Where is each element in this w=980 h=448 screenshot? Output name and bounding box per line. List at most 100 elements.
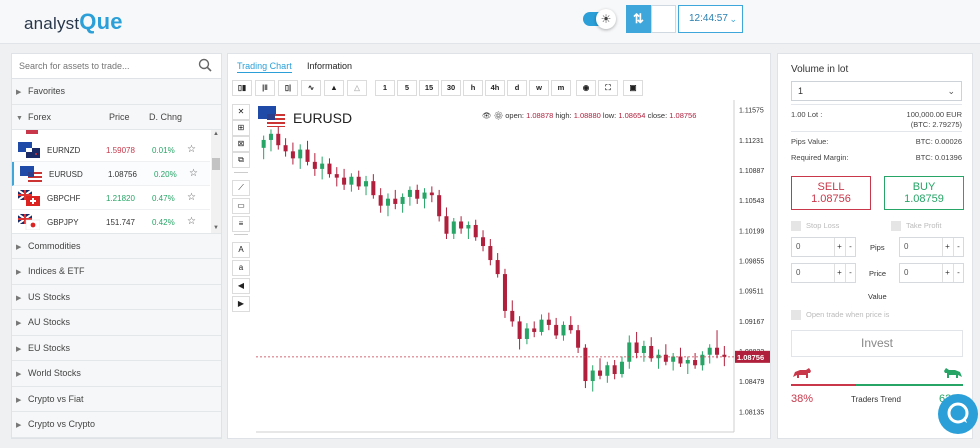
candle (517, 321, 522, 339)
category-commodities[interactable]: ▶ Commodities (12, 233, 221, 259)
forex-change: 0.01% (152, 145, 175, 155)
flag-icon-gbp-jpy (18, 213, 40, 230)
minus-icon[interactable]: - (845, 238, 855, 256)
volume-select[interactable]: 1 ⌄ (791, 81, 962, 101)
sell-label: SELL (817, 181, 845, 193)
candle (364, 181, 369, 187)
volume-label: Volume in lot (791, 64, 849, 75)
category-indices-etf[interactable]: ▶ Indices & ETF (12, 259, 221, 285)
buy-button[interactable]: BUY 1.08759 (884, 176, 964, 210)
trend-buy-bar (856, 384, 963, 386)
buy-price: 1.08759 (904, 193, 944, 205)
sell-price: 1.08756 (811, 193, 851, 205)
plus-icon[interactable]: + (834, 238, 844, 256)
star-icon[interactable]: ☆ (189, 168, 198, 179)
flag-icon-eur-usd (20, 165, 42, 182)
forex-symbol: EURNZD (47, 145, 81, 155)
plus-icon[interactable]: + (942, 264, 952, 282)
search-icon[interactable] (198, 58, 212, 72)
chat-icon (947, 402, 969, 424)
col-price: Price (109, 111, 130, 122)
forex-row-gbpchf[interactable]: GBPCHF 1.21820 0.47% ☆ (12, 186, 210, 210)
y-tick-label: 1.09167 (739, 319, 764, 326)
candle (473, 224, 478, 238)
candle (678, 356, 683, 364)
candle (685, 360, 690, 364)
star-icon[interactable]: ☆ (187, 144, 196, 155)
take-profit-checkbox[interactable]: Take Profit (891, 221, 941, 232)
stop-loss-price-input[interactable]: 0 + - (791, 263, 856, 283)
minus-icon[interactable]: - (953, 238, 963, 256)
y-tick-label: 1.08135 (739, 409, 764, 416)
candle (481, 237, 486, 247)
logo-text: analyst (24, 14, 80, 33)
chat-button[interactable] (938, 394, 978, 434)
category-eu-stocks[interactable]: ▶ EU Stocks (12, 335, 221, 361)
category-label: US Stocks (28, 291, 71, 302)
star-icon[interactable]: ☆ (187, 192, 196, 203)
invest-button[interactable]: Invest (791, 330, 963, 357)
minus-icon[interactable]: - (953, 264, 963, 282)
category-label: World Stocks (28, 368, 81, 378)
candle (261, 139, 266, 148)
candle (612, 365, 617, 375)
caret-right-icon: ▶ (16, 269, 22, 276)
category-crypto-vs-crypto[interactable]: ▶ Crypto vs Crypto (12, 412, 221, 438)
lot-sub: (BTC: 2.79275) (910, 120, 962, 129)
y-tick-label: 1.10199 (739, 228, 764, 235)
candle (334, 174, 339, 178)
flag-partial (26, 129, 38, 134)
caret-right-icon: ▶ (16, 243, 22, 251)
y-tick-label: 1.08479 (739, 379, 764, 386)
category-favorites[interactable]: ▶ Favorites (12, 79, 221, 105)
y-tick-label: 1.09855 (739, 258, 764, 265)
category-us-stocks[interactable]: ▶ US Stocks (12, 284, 221, 310)
asset-panel: ▶ Favorites ▼ Forex Price D. Chng EURNZD 1… (11, 53, 222, 439)
stop-loss-label: Stop Loss (806, 221, 840, 230)
lot-value: 100,000.00 EUR (906, 110, 962, 119)
forex-row-eurusd[interactable]: EURUSD 1.08756 0.20% ☆ (12, 161, 210, 186)
take-profit-pips-input[interactable]: 0 + - (899, 237, 964, 257)
candle (510, 310, 515, 322)
forex-row-eurnzd[interactable]: EURNZD 1.59078 0.01% ☆ (12, 138, 210, 162)
layout-alt-button[interactable] (651, 5, 676, 33)
plus-icon[interactable]: + (834, 264, 844, 282)
caret-right-icon: ▶ (16, 396, 22, 404)
field-value: 0 (796, 268, 801, 277)
theme-toggle[interactable]: ☀ (583, 9, 616, 29)
bear-icon (793, 368, 811, 378)
forex-scrollbar[interactable]: ▲ ▼ (211, 129, 221, 233)
minus-icon[interactable]: - (845, 264, 855, 282)
y-tick-label: 1.09511 (739, 289, 764, 296)
clock-dropdown[interactable]: 12:44:57 ⌄ (678, 5, 743, 33)
forex-price: 1.08756 (108, 169, 137, 179)
stop-loss-checkbox[interactable]: Stop Loss (791, 221, 840, 232)
category-label: ▼ Forex (16, 105, 51, 131)
category-label: Crypto vs Crypto (28, 419, 96, 429)
star-icon[interactable]: ☆ (187, 216, 196, 227)
category-au-stocks[interactable]: ▶ AU Stocks (12, 310, 221, 336)
forex-row-gbpjpy[interactable]: GBPJPY 151.747 0.42% ☆ (12, 210, 210, 233)
take-profit-price-input[interactable]: 0 + - (899, 263, 964, 283)
candlestick-chart[interactable]: 1.11575 1.11231 1.10887 1.10543 1.10199 1.098… (228, 54, 770, 438)
scroll-down-icon[interactable]: ▼ (213, 225, 219, 231)
stop-loss-pips-input[interactable]: 0 + - (791, 237, 856, 257)
layout-toggle-button[interactable]: ⇅ (626, 5, 651, 33)
value-row-label: Value (868, 292, 887, 301)
open-trade-when-checkbox[interactable]: Open trade when price is (791, 310, 889, 321)
search-input[interactable] (19, 54, 189, 77)
sell-button[interactable]: SELL 1.08756 (791, 176, 871, 210)
y-tick-label: 1.10887 (739, 168, 764, 175)
candle (276, 133, 281, 146)
category-forex[interactable]: ▼ Forex Price D. Chng (12, 104, 221, 131)
category-crypto-vs-fiat[interactable]: ▶ Crypto vs Fiat (12, 386, 221, 412)
candle (649, 345, 654, 359)
logo[interactable]: analystQue (24, 9, 123, 35)
field-value: 0 (904, 242, 909, 251)
scroll-up-icon[interactable]: ▲ (213, 131, 219, 137)
plus-icon[interactable]: + (942, 238, 952, 256)
category-world-stocks[interactable]: ▶ World Stocks (12, 361, 221, 387)
candle (554, 324, 559, 336)
scroll-thumb[interactable] (212, 157, 220, 170)
invest-label: Invest (860, 336, 893, 350)
